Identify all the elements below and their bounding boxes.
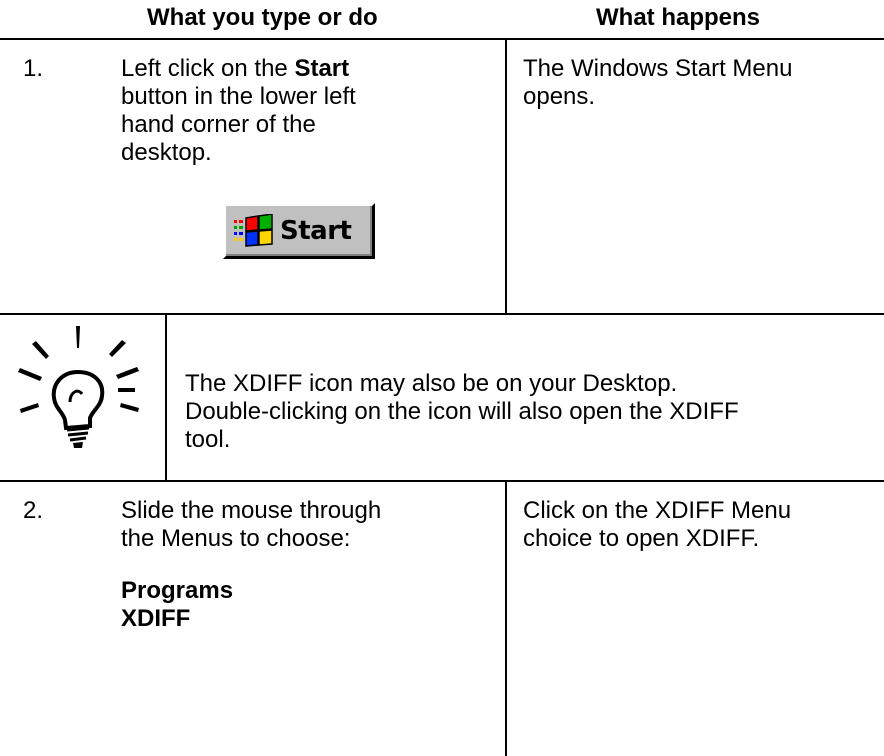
column-header-result: What happens bbox=[596, 4, 761, 31]
tip-bottom-divider bbox=[0, 480, 884, 482]
tip-line-3: tool. bbox=[185, 426, 231, 453]
step1-number: 1. bbox=[23, 55, 44, 82]
step1-instruction: Left click on the Start button in the lo… bbox=[121, 55, 501, 167]
tip-line-2: Double-clicking on the icon will also op… bbox=[185, 398, 739, 425]
column-header-action: What you type or do bbox=[147, 4, 378, 31]
step1-column-divider bbox=[505, 38, 507, 314]
windows-logo-icon bbox=[234, 214, 273, 247]
step1-line-3: hand corner of the bbox=[121, 111, 316, 138]
step1-text-bold: Start bbox=[294, 55, 350, 82]
step1-line-4: desktop. bbox=[121, 139, 212, 166]
tip-text: The XDIFF icon may also be on your Deskt… bbox=[185, 370, 880, 454]
step2-number: 2. bbox=[23, 497, 44, 524]
step1-result-line-2: opens. bbox=[523, 83, 596, 110]
step2-column-divider bbox=[505, 480, 507, 756]
step2-line-1: Slide the mouse through bbox=[121, 497, 382, 524]
step2-result-line-1: Click on the XDIFF Menu bbox=[523, 497, 792, 524]
step1-text-before: Left click on the bbox=[121, 55, 295, 82]
start-button[interactable]: Start bbox=[223, 203, 375, 259]
step1-bottom-divider bbox=[0, 313, 884, 315]
start-button-label: Start bbox=[280, 216, 352, 246]
step1-result: The Windows Start Menu opens. bbox=[523, 55, 878, 111]
step2-choices: Programs XDIFF bbox=[121, 577, 233, 633]
step2-line-2: the Menus to choose: bbox=[121, 525, 351, 552]
lightbulb-icon bbox=[18, 326, 139, 448]
step2-result: Click on the XDIFF Menu choice to open X… bbox=[523, 497, 878, 553]
step1-result-line-1: The Windows Start Menu bbox=[523, 55, 793, 82]
header-divider bbox=[0, 38, 884, 40]
step2-result-line-2: choice to open XDIFF. bbox=[523, 525, 760, 552]
tip-line-1: The XDIFF icon may also be on your Deskt… bbox=[185, 370, 678, 397]
choice-xdiff: XDIFF bbox=[121, 605, 191, 632]
choice-programs: Programs bbox=[121, 577, 234, 604]
tip-column-divider bbox=[165, 313, 167, 481]
step2-instruction: Slide the mouse through the Menus to cho… bbox=[121, 497, 501, 553]
step1-line-2: button in the lower left bbox=[121, 83, 356, 110]
